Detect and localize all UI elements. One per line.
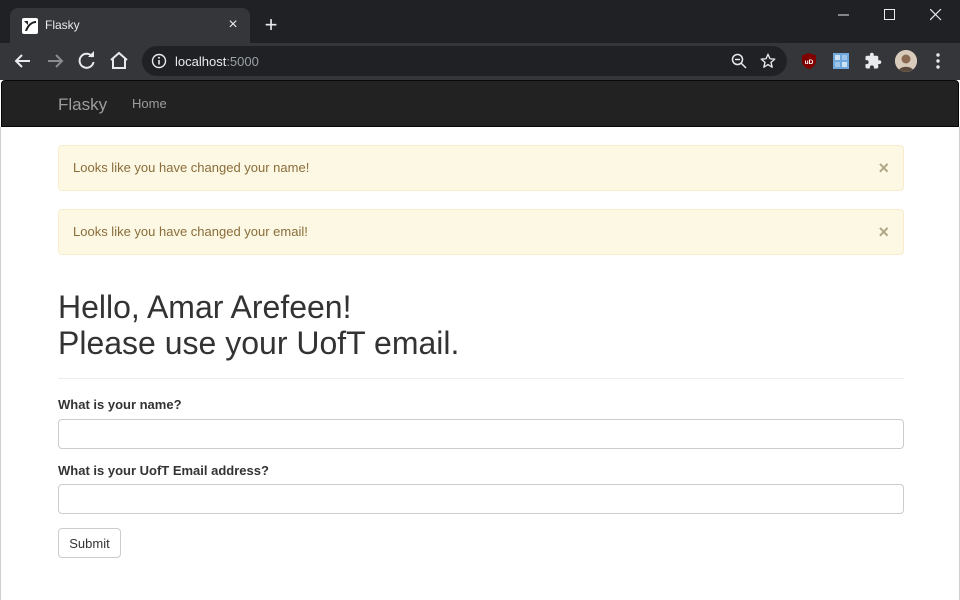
forward-arrow-icon bbox=[48, 54, 64, 68]
navbar-brand[interactable]: Flasky bbox=[58, 95, 107, 115]
extensions-puzzle-icon[interactable] bbox=[864, 52, 882, 70]
alert-message: Looks like you have changed your email! bbox=[73, 224, 308, 239]
reload-button[interactable] bbox=[75, 49, 99, 73]
forward-button[interactable] bbox=[43, 49, 67, 73]
nav-link-home[interactable]: Home bbox=[132, 96, 167, 111]
page-heading: Hello, Amar Arefeen! Please use your Uof… bbox=[58, 289, 459, 361]
avatar-icon bbox=[895, 50, 917, 72]
maximize-button[interactable] bbox=[867, 0, 913, 30]
tab-title: Flasky bbox=[45, 18, 80, 32]
alert-warning: Looks like you have changed your email! … bbox=[58, 209, 904, 255]
address-bar[interactable]: localhost:5000 bbox=[142, 46, 787, 76]
browser-tab[interactable]: Flasky × bbox=[10, 8, 250, 43]
browser-menu-icon[interactable] bbox=[929, 51, 947, 71]
email-input[interactable] bbox=[58, 484, 904, 514]
name-label: What is your name? bbox=[58, 397, 182, 412]
bookmark-star-icon[interactable] bbox=[759, 52, 777, 70]
zoom-icon[interactable] bbox=[731, 53, 747, 69]
alert-warning: Looks like you have changed your name! × bbox=[58, 145, 904, 191]
close-window-button[interactable] bbox=[913, 0, 959, 30]
home-icon bbox=[110, 51, 128, 69]
alert-close-icon[interactable]: × bbox=[878, 223, 889, 241]
url-port: :5000 bbox=[226, 54, 259, 69]
browser-toolbar: localhost:5000 uD bbox=[0, 43, 960, 80]
favicon-icon bbox=[22, 18, 38, 34]
url-text: localhost:5000 bbox=[175, 54, 259, 69]
image-extension-icon[interactable] bbox=[832, 52, 850, 70]
browser-titlebar: Flasky × + bbox=[0, 0, 960, 43]
submit-button[interactable]: Submit bbox=[58, 528, 121, 558]
minimize-icon bbox=[838, 14, 849, 16]
ublock-extension-icon[interactable]: uD bbox=[800, 52, 818, 70]
page-content: Looks like you have changed your name! ×… bbox=[0, 127, 960, 600]
email-label: What is your UofT Email address? bbox=[58, 463, 269, 478]
alert-message: Looks like you have changed your name! bbox=[73, 160, 310, 175]
divider bbox=[58, 378, 904, 379]
alert-close-icon[interactable]: × bbox=[878, 159, 889, 177]
name-input[interactable] bbox=[58, 419, 904, 449]
site-info-icon[interactable] bbox=[151, 53, 167, 69]
back-arrow-icon bbox=[14, 54, 30, 68]
close-icon bbox=[930, 9, 942, 21]
home-button[interactable] bbox=[107, 49, 131, 73]
profile-avatar[interactable] bbox=[895, 50, 917, 72]
minimize-button[interactable] bbox=[821, 0, 867, 30]
greeting-line: Hello, Amar Arefeen! bbox=[58, 289, 352, 325]
url-host: localhost bbox=[175, 54, 227, 69]
new-tab-button[interactable]: + bbox=[259, 14, 283, 38]
instruction-line: Please use your UofT email. bbox=[58, 325, 460, 361]
maximize-icon bbox=[884, 9, 895, 20]
ublock-icon-label: uD bbox=[805, 59, 814, 66]
back-button[interactable] bbox=[11, 49, 35, 73]
reload-icon bbox=[78, 51, 95, 69]
tab-close-icon[interactable]: × bbox=[224, 16, 242, 34]
site-navbar: Flasky Home bbox=[1, 80, 959, 127]
